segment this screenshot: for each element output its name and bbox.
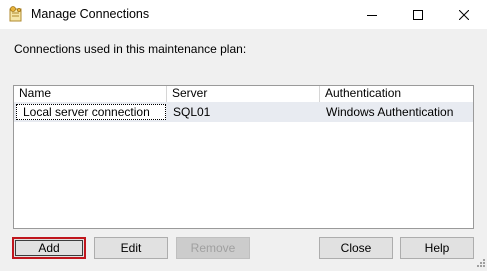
add-button[interactable]: Add [12,237,86,259]
column-header-server[interactable]: Server [167,86,320,102]
cell-authentication[interactable]: Windows Authentication [326,102,453,122]
resize-grip-icon[interactable] [475,259,485,269]
manage-connections-dialog: Manage Connections Connections used in t… [0,0,487,271]
maximize-icon [413,9,423,20]
maximize-button[interactable] [395,0,441,29]
window-title: Manage Connections [31,7,150,21]
grid-header: Name Server Authentication [14,86,473,102]
close-button[interactable]: Close [319,237,393,259]
minimize-icon [367,14,377,16]
cell-name[interactable]: Local server connection [16,104,166,120]
remove-button[interactable]: Remove [176,237,250,259]
edit-button[interactable]: Edit [94,237,168,259]
close-window-button[interactable] [441,0,487,29]
focus-border [15,240,83,256]
column-header-authentication[interactable]: Authentication [320,86,473,102]
help-button[interactable]: Help [400,237,474,259]
minimize-button[interactable] [349,0,395,29]
title-bar[interactable]: Manage Connections [0,0,487,29]
close-icon [459,9,469,20]
connections-label: Connections used in this maintenance pla… [14,42,247,56]
maintenance-plan-icon [8,6,24,22]
table-row[interactable]: Local server connection SQL01 Windows Au… [14,102,473,122]
connections-grid[interactable]: Name Server Authentication Local server … [13,85,474,229]
cell-server[interactable]: SQL01 [173,102,210,122]
column-header-name[interactable]: Name [14,86,167,102]
